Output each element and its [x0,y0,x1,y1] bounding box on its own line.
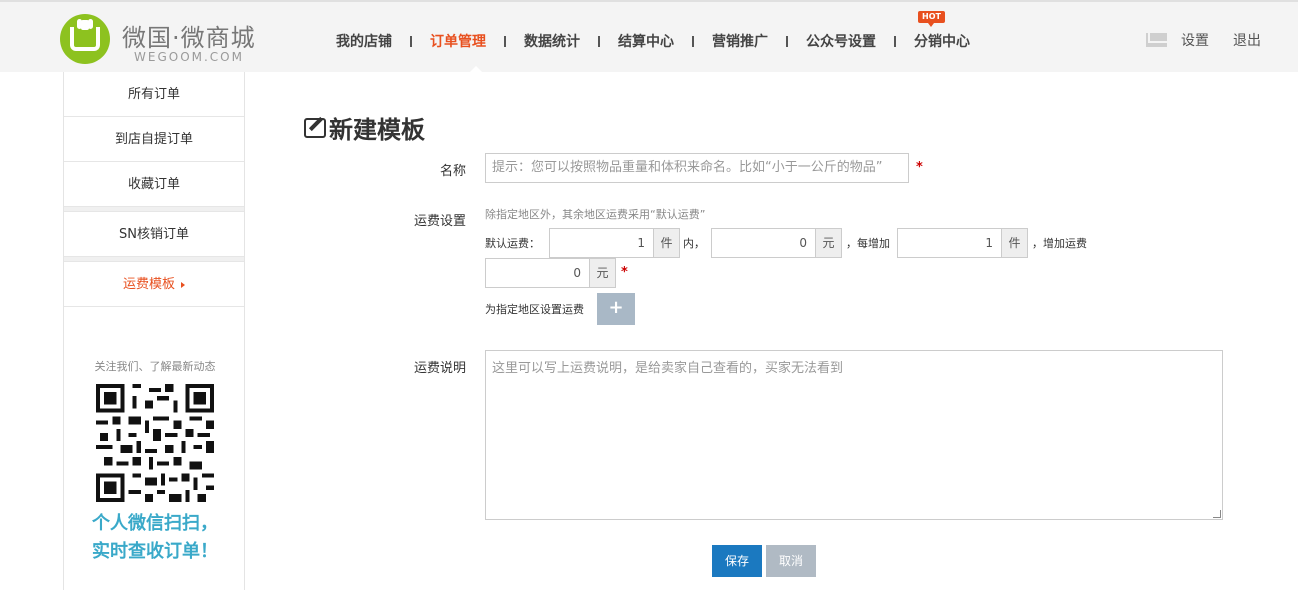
qr-code-icon [96,384,214,502]
active-nav-caret [468,66,484,74]
top-bar: 微国·微商城 WEGOOM.COM 我的店铺 订单管理 数据统计 结算中心 营销… [0,0,1298,74]
sidebar-item-label: 运费模板 [122,277,175,292]
shipping-hint: 除指定地区外，其余地区运费采用“默认运费” [485,208,706,221]
logo-icon [60,14,110,64]
settings-link[interactable]: 设置 [1181,30,1209,50]
mail-icon[interactable] [1146,33,1167,47]
slogan-line-2: 实时查收订单！ [92,541,218,562]
add-qty-input[interactable]: 1 [897,228,1002,258]
resize-handle[interactable] [1213,510,1221,518]
nav-settlement-center[interactable]: 结算中心 [600,31,692,51]
nav-distribution-center[interactable]: HOT 分销中心 [896,11,988,51]
slogan-line-1: 个人微信扫扫， [92,513,218,534]
add-qty-unit: 件 [1002,228,1028,258]
shipping-note-label: 运费说明 [413,361,466,376]
header-tools: 设置 退出 [1146,30,1285,50]
first-fee-input[interactable]: 0 [711,228,816,258]
nav-marketing[interactable]: 营销推广 [694,31,786,51]
template-name-input[interactable]: 提示：您可以按照物品重量和体积来命名。比如“小于一公斤的物品” [485,153,909,183]
add-fee-text: ，增加运费 [1032,237,1087,250]
brand-subtitle: WEGOOM.COM [134,50,244,64]
sidebar: 所有订单 到店自提订单 收藏订单 SN核销订单 运费模板 关注我们、了解最新动态… [63,72,245,590]
nav-official-account-settings[interactable]: 公众号设置 [788,31,894,51]
nav-my-store[interactable]: 我的店铺 [318,31,410,51]
add-fee-input[interactable]: 0 [485,258,590,288]
add-fee-unit: 元 [590,258,616,288]
within-text: 内， [683,237,705,250]
required-mark: * [916,160,923,175]
sidebar-item-favorite-orders[interactable]: 收藏订单 [64,162,244,207]
sidebar-item-all-orders[interactable]: 所有订单 [64,72,244,117]
brand-title: 微国·微商城 [122,24,256,52]
follow-text: 关注我们、了解最新动态 [94,360,216,373]
region-fee-label: 为指定地区设置运费 [485,303,584,316]
page-title: 新建模板 [304,110,425,145]
logout-link[interactable]: 退出 [1233,30,1261,50]
first-qty-input[interactable]: 1 [549,228,654,258]
nav-data-statistics[interactable]: 数据统计 [506,31,598,51]
brand-logo[interactable]: 微国·微商城 WEGOOM.COM [60,14,280,68]
main-nav: 我的店铺 订单管理 数据统计 结算中心 营销推广 公众号设置 HOT 分销中心 [318,11,988,52]
shipping-note-placeholder: 这里可以写上运费说明，是给卖家自己查看的，买家无法看到 [492,361,844,376]
sidebar-item-shipping-template[interactable]: 运费模板 [64,262,244,307]
cancel-button[interactable]: 取消 [766,545,816,577]
save-button[interactable]: 保存 [712,545,762,577]
page-title-text: 新建模板 [329,116,425,144]
sidebar-item-pickup-orders[interactable]: 到店自提订单 [64,117,244,162]
default-fee-label: 默认运费： [485,237,540,250]
shipping-settings-label: 运费设置 [413,214,466,229]
hot-badge: HOT [918,11,945,27]
sidebar-item-sn-orders[interactable]: SN核销订单 [64,212,244,257]
nav-order-management[interactable]: 订单管理 [412,31,504,51]
nav-distribution-label: 分销中心 [914,34,970,50]
shipping-note-textarea[interactable]: 这里可以写上运费说明，是给卖家自己查看的，买家无法看到 [485,350,1223,520]
first-fee-unit: 元 [816,228,842,258]
required-mark: * [621,265,628,280]
each-add-text: ，每增加 [846,237,890,250]
edit-icon [304,117,326,138]
sidebar-slogan: 个人微信扫扫， 实时查收订单！ [64,510,246,566]
name-label: 名称 [439,164,466,179]
add-region-button[interactable]: + [597,293,635,325]
arrow-right-icon [181,281,185,288]
first-qty-unit: 件 [654,228,680,258]
